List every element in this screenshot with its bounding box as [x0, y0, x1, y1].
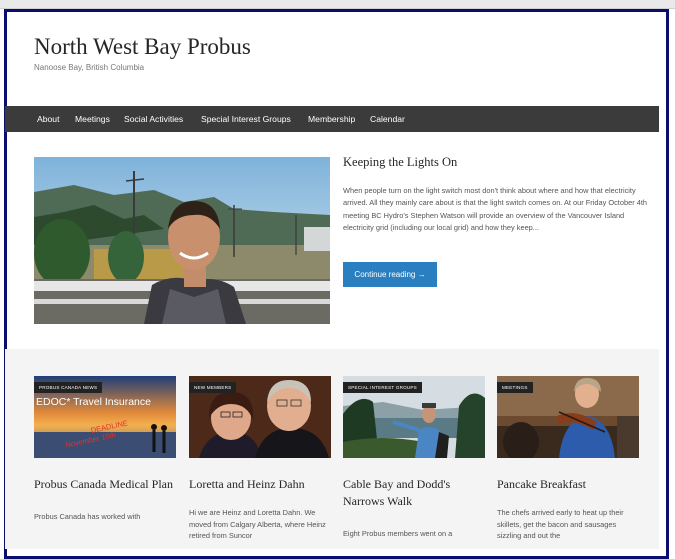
post-card-excerpt: Hi we are Heinz and Loretta Dahn. We mov…: [189, 508, 326, 541]
post-card-image[interactable]: SPECIAL INTEREST GROUPS: [343, 376, 485, 458]
featured-post-title[interactable]: Keeping the Lights On: [343, 155, 457, 170]
nav-item-membership[interactable]: Membership: [308, 106, 355, 132]
continue-reading-button[interactable]: Continue reading →: [343, 262, 437, 287]
post-card-probus-canada-medical-plan: EDOC* Travel Insurance DEADLINE November…: [34, 376, 176, 523]
site-title[interactable]: North West Bay Probus: [34, 34, 251, 60]
post-card-title[interactable]: Cable Bay and Dodd's Narrows Walk: [343, 476, 485, 510]
post-card-image[interactable]: NEW MEMBERS: [189, 376, 331, 458]
featured-post-excerpt: When people turn on the light switch mos…: [343, 186, 647, 232]
browser-top-strip: [0, 0, 675, 9]
category-badge[interactable]: NEW MEMBERS: [189, 382, 237, 393]
featured-image[interactable]: [34, 157, 330, 324]
category-badge[interactable]: PROBUS CANADA NEWS: [34, 382, 103, 393]
post-card-pancake-breakfast: MEETINGS Pancake Breakfast The chefs arr…: [497, 376, 639, 542]
post-card-image[interactable]: MEETINGS: [497, 376, 639, 458]
nav-item-meetings[interactable]: Meetings: [75, 106, 110, 132]
post-card-excerpt: Probus Canada has worked with: [34, 512, 141, 521]
post-card-excerpt: Eight Probus members went on a: [343, 529, 453, 538]
category-badge[interactable]: SPECIAL INTEREST GROUPS: [343, 382, 422, 393]
insurance-image-text: EDOC* Travel Insurance: [36, 396, 151, 408]
nav-item-special-interest-groups[interactable]: Special Interest Groups: [201, 106, 291, 132]
post-card-loretta-and-heinz-dahn: NEW MEMBERS Loretta and Heinz Dahn Hi we…: [189, 376, 331, 542]
nav-item-calendar[interactable]: Calendar: [370, 106, 405, 132]
site-tagline: Nanoose Bay, British Columbia: [34, 63, 145, 72]
post-card-title[interactable]: Loretta and Heinz Dahn: [189, 476, 331, 493]
category-badge[interactable]: MEETINGS: [497, 382, 533, 393]
post-card-title[interactable]: Pancake Breakfast: [497, 476, 639, 493]
post-card-image[interactable]: EDOC* Travel Insurance DEADLINE November…: [34, 376, 176, 458]
post-card-cable-bay-and-dodds-narrows-walk: SPECIAL INTEREST GROUPS Cable Bay and Do…: [343, 376, 485, 540]
nav-item-about[interactable]: About: [37, 106, 59, 132]
nav-item-social-activities[interactable]: Social Activities: [124, 106, 183, 132]
post-card-excerpt: The chefs arrived early to heat up their…: [497, 508, 624, 541]
main-navigation: About Meetings Social Activities Special…: [5, 106, 659, 132]
post-card-title[interactable]: Probus Canada Medical Plan: [34, 476, 176, 493]
